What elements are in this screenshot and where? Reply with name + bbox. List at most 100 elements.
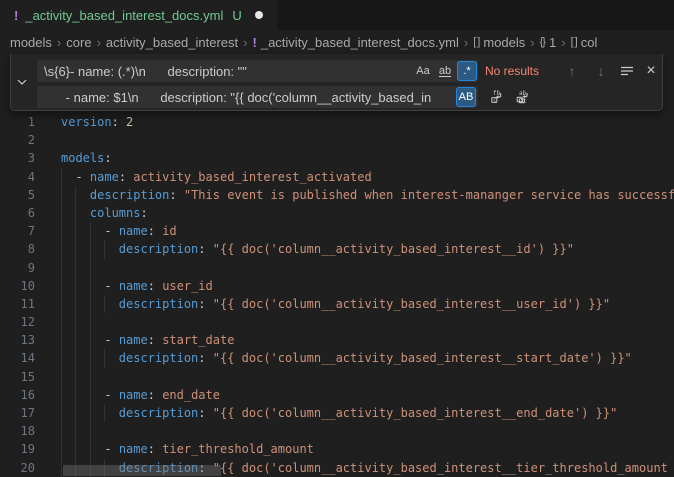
line-number: 3: [0, 149, 35, 167]
indent-guide: [75, 277, 76, 295]
breadcrumb-item[interactable]: !_activity_based_interest_docs.yml: [253, 35, 459, 50]
code-line: 2: [0, 131, 674, 149]
indent-guide: [75, 440, 76, 458]
indent-guide: [90, 331, 91, 349]
code-line: 16 - name: end_date: [0, 386, 674, 404]
line-number: 8: [0, 240, 35, 258]
indent-guide: [104, 404, 105, 422]
indent-guide: [75, 295, 76, 313]
indent-guide: [61, 422, 62, 440]
code-area[interactable]: 1version: 223models:4 - name: activity_b…: [0, 113, 674, 477]
indent-guide: [75, 313, 76, 331]
code-text: - name: id: [61, 222, 177, 240]
indent-guide: [61, 331, 62, 349]
code-line: 10 - name: user_id: [0, 277, 674, 295]
match-case-toggle[interactable]: Aa: [413, 61, 433, 81]
replace-input[interactable]: [37, 86, 478, 108]
indent-guide: [61, 277, 62, 295]
line-number: 13: [0, 331, 35, 349]
indent-guide: [90, 277, 91, 295]
code-text: description: "{{ doc('column__activity_b…: [61, 349, 632, 367]
find-previous-button[interactable]: ↑: [561, 60, 583, 82]
line-number: 5: [0, 186, 35, 204]
breadcrumb-item[interactable]: [ ]col: [571, 35, 598, 50]
indent-guide: [61, 404, 62, 422]
svg-text:ac: ac: [521, 98, 527, 104]
breadcrumb-item[interactable]: activity_based_interest: [106, 35, 238, 50]
modified-dot-icon[interactable]: [255, 11, 263, 19]
find-next-button[interactable]: ↓: [590, 60, 612, 82]
breadcrumb-item[interactable]: {}1: [540, 35, 557, 50]
whole-word-toggle[interactable]: ab: [435, 61, 455, 81]
find-replace-widget: Aa ab .* No results ↑ ↓ × AB fb c ab: [10, 54, 663, 111]
code-line: 15: [0, 368, 674, 386]
indent-guide: [75, 259, 76, 277]
find-options: Aa ab .*: [413, 61, 477, 81]
code-line: 1version: 2: [0, 113, 674, 131]
code-line: 17 description: "{{ doc('column__activit…: [0, 404, 674, 422]
code-line: 9: [0, 259, 674, 277]
toggle-replace-button[interactable]: [11, 54, 33, 110]
svg-text:ab: ab: [519, 90, 527, 97]
close-icon: ×: [646, 62, 655, 80]
breadcrumb-label: col: [581, 35, 598, 50]
breadcrumb-item[interactable]: models: [10, 35, 52, 50]
code-text: description: "This event is published wh…: [61, 186, 674, 204]
code-line: 7 - name: id: [0, 222, 674, 240]
breadcrumb-item[interactable]: [ ]models: [473, 35, 525, 50]
preserve-case-icon: AB: [459, 91, 474, 103]
tab-bar: ! _activity_based_interest_docs.yml U: [0, 0, 674, 30]
breadcrumb-separator-icon: ›: [243, 35, 247, 50]
breadcrumb-item[interactable]: core: [66, 35, 91, 50]
indent-guide: [90, 386, 91, 404]
replace-all-icon: ab ac: [515, 89, 531, 105]
line-number: 1: [0, 113, 35, 131]
indent-guide: [61, 349, 62, 367]
selection-icon: [620, 64, 634, 78]
find-input[interactable]: [37, 60, 478, 82]
arrow-down-icon: ↓: [598, 63, 605, 79]
indent-guide: [90, 422, 91, 440]
git-untracked-badge: U: [232, 8, 241, 23]
indent-guide: [90, 313, 91, 331]
close-find-widget-button[interactable]: ×: [640, 60, 662, 82]
breadcrumb-label: models: [483, 35, 525, 50]
code-line: 4 - name: activity_based_interest_activa…: [0, 168, 674, 186]
breadcrumb-label: _activity_based_interest_docs.yml: [261, 35, 459, 50]
code-line: 6 columns:: [0, 204, 674, 222]
indent-guide: [75, 222, 76, 240]
find-in-selection-button[interactable]: [616, 60, 638, 82]
indent-guide: [90, 259, 91, 277]
indent-guide: [61, 222, 62, 240]
code-text: - name: activity_based_interest_activate…: [61, 168, 372, 186]
code-text: description: "{{ doc('column__activity_b…: [61, 295, 610, 313]
indent-guide: [61, 259, 62, 277]
code-line: 11 description: "{{ doc('column__activit…: [0, 295, 674, 313]
line-number: 10: [0, 277, 35, 295]
arrow-up-icon: ↑: [569, 63, 576, 79]
breadcrumb-label: 1: [549, 35, 556, 50]
indent-guide: [61, 240, 62, 258]
code-text: - name: start_date: [61, 331, 234, 349]
code-text: - name: tier_threshold_amount: [61, 440, 314, 458]
preserve-case-toggle[interactable]: AB: [456, 87, 476, 107]
indent-guide: [90, 240, 91, 258]
horizontal-scrollbar[interactable]: [63, 465, 221, 476]
replace-all-button[interactable]: ab ac: [512, 87, 534, 107]
line-number: 17: [0, 404, 35, 422]
code-line: 13 - name: start_date: [0, 331, 674, 349]
replace-button[interactable]: fb c: [486, 87, 508, 107]
indent-guide: [61, 186, 62, 204]
line-number: 9: [0, 259, 35, 277]
svg-text:c: c: [493, 98, 496, 104]
breadcrumb-label: core: [66, 35, 91, 50]
line-number: 16: [0, 386, 35, 404]
breadcrumb-separator-icon: ›: [97, 35, 101, 50]
indent-guide: [104, 295, 105, 313]
replace-options: AB: [456, 87, 476, 107]
tab-activity-based-interest-docs[interactable]: ! _activity_based_interest_docs.yml U: [0, 0, 277, 30]
indent-guide: [75, 404, 76, 422]
chevron-down-icon: [16, 76, 28, 88]
regex-toggle[interactable]: .*: [457, 61, 477, 81]
code-line: 19 - name: tier_threshold_amount: [0, 440, 674, 458]
